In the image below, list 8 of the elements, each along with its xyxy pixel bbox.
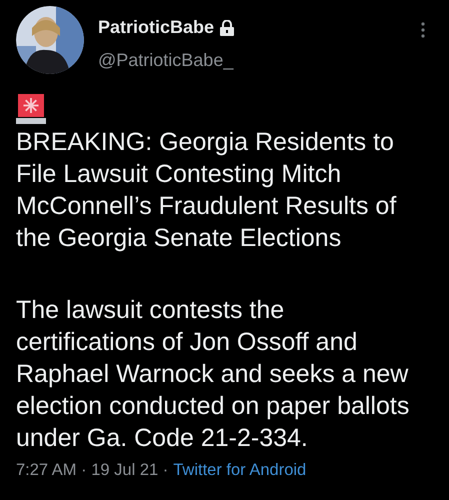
tweet-headline: BREAKING: Georgia Residents to File Lawsuit Contesting Mitch McConnell’s Fraudulent Results of the Georgia Senate Elections [16, 127, 398, 254]
siren-icon [16, 94, 46, 124]
author-handle: @PatrioticBabe_ [98, 49, 235, 72]
source-link[interactable]: Twitter for Android [173, 458, 306, 483]
author-name: PatrioticBabe [98, 16, 214, 39]
more-icon[interactable] [421, 22, 425, 38]
timestamp: 7:27 AM · 19 Jul 21 · [16, 460, 168, 481]
tweet-body: The lawsuit contests the certifications of Jon Ossoff and Raphael Warnock and seeks a new election conducted on paper ballots under Ga. Code 21-2-334. [16, 295, 410, 454]
